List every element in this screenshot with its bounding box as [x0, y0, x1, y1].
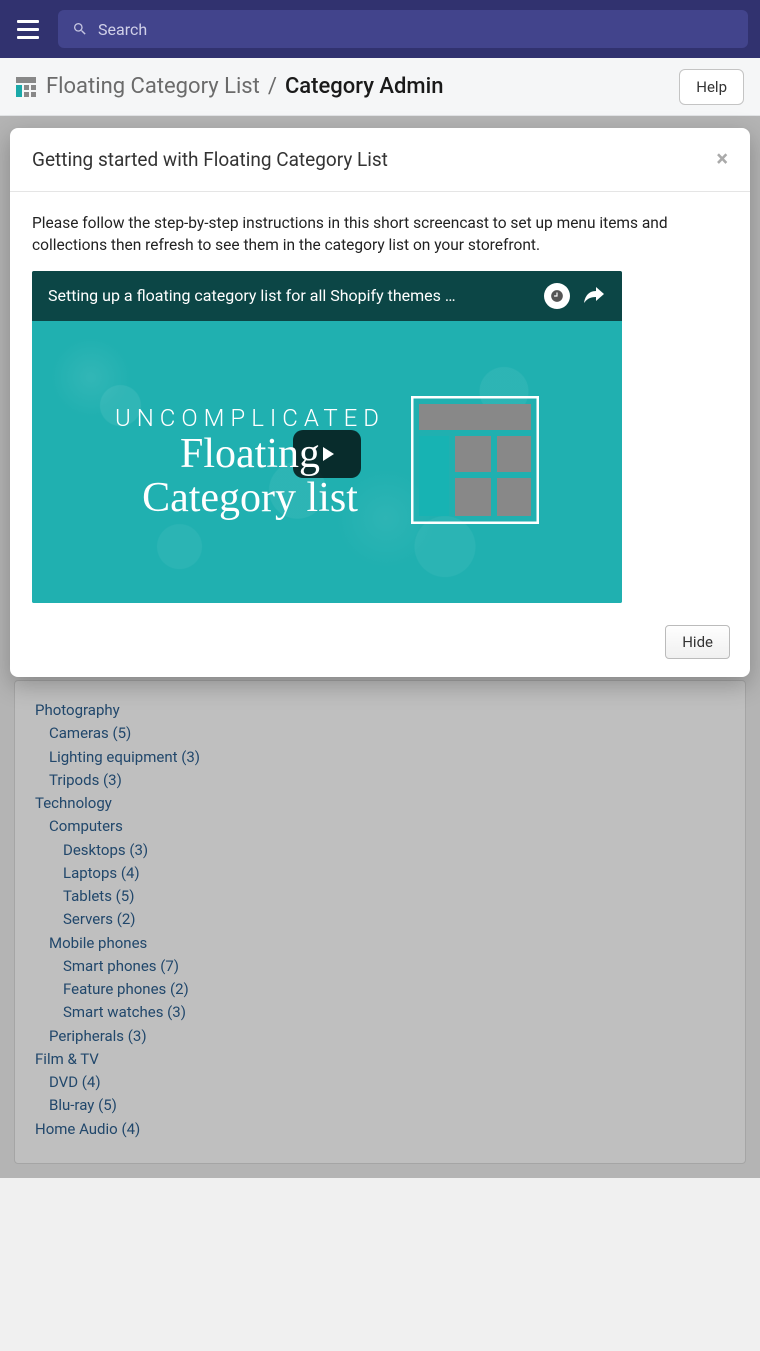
getting-started-modal: Getting started with Floating Category L…: [10, 128, 750, 677]
thumb-line1: UNCOMPLICATED: [115, 404, 385, 432]
thumb-line3: Category list: [115, 476, 385, 520]
hide-button[interactable]: Hide: [665, 625, 730, 659]
watch-later-icon[interactable]: [544, 283, 570, 309]
menu-icon[interactable]: [12, 13, 44, 45]
app-icon: [16, 77, 36, 97]
breadcrumb-current: Category Admin: [285, 74, 444, 99]
page-body: PhotographyCameras (5)Lighting equipment…: [0, 116, 760, 1178]
modal-footer: Hide: [10, 611, 750, 677]
modal-instructions: Please follow the step-by-step instructi…: [32, 212, 728, 257]
top-bar: [0, 0, 760, 58]
layout-icon: [411, 396, 539, 528]
video-top-bar: Setting up a floating category list for …: [32, 271, 622, 321]
close-icon[interactable]: ×: [716, 149, 728, 171]
modal-title: Getting started with Floating Category L…: [32, 148, 388, 171]
modal-header: Getting started with Floating Category L…: [10, 128, 750, 192]
video-title[interactable]: Setting up a floating category list for …: [48, 286, 532, 305]
share-icon[interactable]: [582, 282, 606, 310]
breadcrumb-app-link[interactable]: Floating Category List: [46, 74, 260, 99]
video-thumbnail: UNCOMPLICATED Floating Category list: [32, 321, 622, 603]
search-icon: [72, 21, 88, 37]
breadcrumb-separator: /: [268, 74, 277, 99]
breadcrumb-bar: Floating Category List / Category Admin …: [0, 58, 760, 116]
search-input[interactable]: [98, 20, 734, 39]
modal-body: Please follow the step-by-step instructi…: [10, 192, 750, 611]
search-field[interactable]: [58, 10, 748, 48]
thumb-line2: Floating: [115, 432, 385, 476]
video-embed[interactable]: Setting up a floating category list for …: [32, 271, 622, 603]
help-button[interactable]: Help: [679, 69, 744, 105]
